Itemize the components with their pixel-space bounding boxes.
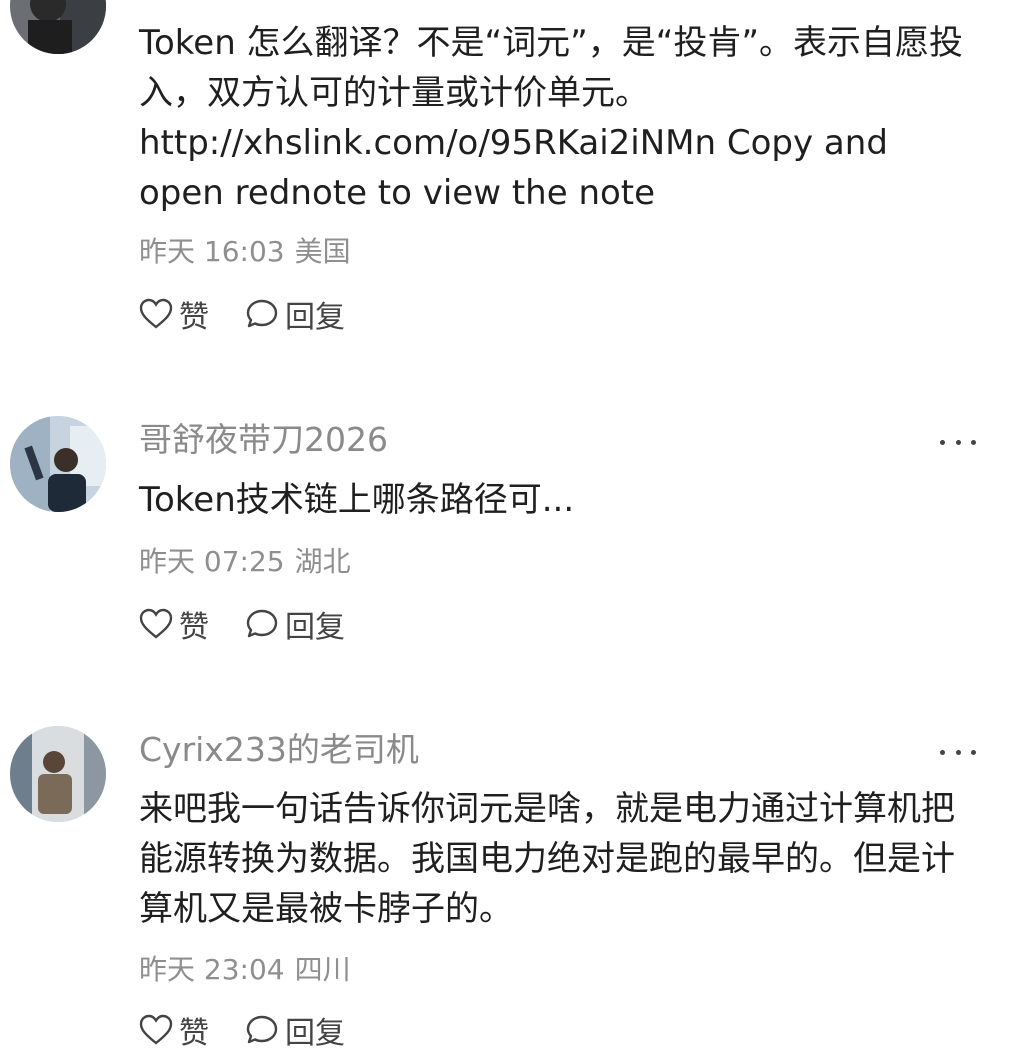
avatar-image [10,416,106,512]
speech-bubble-icon [246,609,278,638]
more-options-button[interactable] [940,742,976,762]
content-line: Token 怎么翻译？不是“词元”，是“投肯”。表示自愿投 [139,23,964,63]
comment-meta: 昨天 23:04 四川 [139,952,351,988]
heart-outline-icon [139,298,173,329]
reply-button[interactable]: 回复 [245,1008,345,1052]
more-options-button[interactable] [940,432,976,452]
comment-content: Token技术链上哪条路径可... [139,475,989,525]
ellipsis-icon [971,439,976,445]
comment-item: 哥舒夜带刀2026 Token技术链上哪条路径可... 昨天 07:25 湖北 赞… [0,360,1020,690]
reply-label: 回复 [285,1016,345,1051]
avatar[interactable] [10,726,106,822]
like-label: 赞 [179,1016,209,1051]
ellipsis-icon [940,439,945,445]
content-line: 能源转换为数据。我国电力绝对是跑的最早的。但是计 [139,839,955,879]
like-button[interactable]: 赞 [139,292,209,336]
content-line: 算机又是最被卡脖子的。 [139,889,513,929]
comment-item: Cyrix233的老司机 来吧我一句话告诉你词元是啥，就是电力通过计算机把 能源… [0,690,1020,1051]
author-name[interactable]: Cyrix233的老司机 [139,730,419,770]
ellipsis-icon [955,439,961,445]
reply-label: 回复 [285,300,345,335]
content-line: 入，双方认可的计量或计价单元。 [139,73,649,113]
content-line: Token技术链上哪条路径可... [139,480,575,520]
ellipsis-icon [940,749,945,755]
content-line[interactable]: http://xhslink.com/o/95RKai2iNMn Copy an… [139,118,989,168]
comment-meta: 昨天 07:25 湖北 [139,544,351,580]
comment-item: Token 怎么翻译？不是“词元”，是“投肯”。表示自愿投 入，双方认可的计量或… [0,0,1020,360]
author-name[interactable]: 哥舒夜带刀2026 [139,420,388,460]
content-line: open rednote to view the note [139,173,656,213]
like-button[interactable]: 赞 [139,602,209,646]
comment-actions: 赞 回复 [139,292,381,336]
heart-outline-icon [139,608,173,639]
comment-date: 昨天 07:25 [139,545,285,578]
reply-button[interactable]: 回复 [245,602,345,646]
avatar[interactable] [10,416,106,512]
comment-actions: 赞 回复 [139,1008,381,1052]
comment-date: 昨天 23:04 [139,953,285,986]
heart-outline-icon [139,1014,173,1045]
reply-label: 回复 [285,610,345,645]
comment-date: 昨天 16:03 [139,235,285,268]
comment-location: 四川 [294,953,351,986]
avatar-image [10,0,106,54]
comment-content: Token 怎么翻译？不是“词元”，是“投肯”。表示自愿投 入，双方认可的计量或… [139,18,989,218]
comment-meta: 昨天 16:03 美国 [139,234,351,270]
ellipsis-icon [971,749,976,755]
speech-bubble-icon [246,299,278,328]
ellipsis-icon [955,749,961,755]
speech-bubble-icon [246,1015,278,1044]
comment-content: 来吧我一句话告诉你词元是啥，就是电力通过计算机把 能源转换为数据。我国电力绝对是… [139,784,989,934]
content-line: 来吧我一句话告诉你词元是啥，就是电力通过计算机把 [139,789,955,829]
like-label: 赞 [179,300,209,335]
avatar[interactable] [10,0,106,54]
comment-location: 美国 [294,235,351,268]
avatar-image [10,726,106,822]
reply-button[interactable]: 回复 [245,292,345,336]
like-label: 赞 [179,610,209,645]
comment-location: 湖北 [294,545,351,578]
comment-actions: 赞 回复 [139,602,381,646]
like-button[interactable]: 赞 [139,1008,209,1052]
